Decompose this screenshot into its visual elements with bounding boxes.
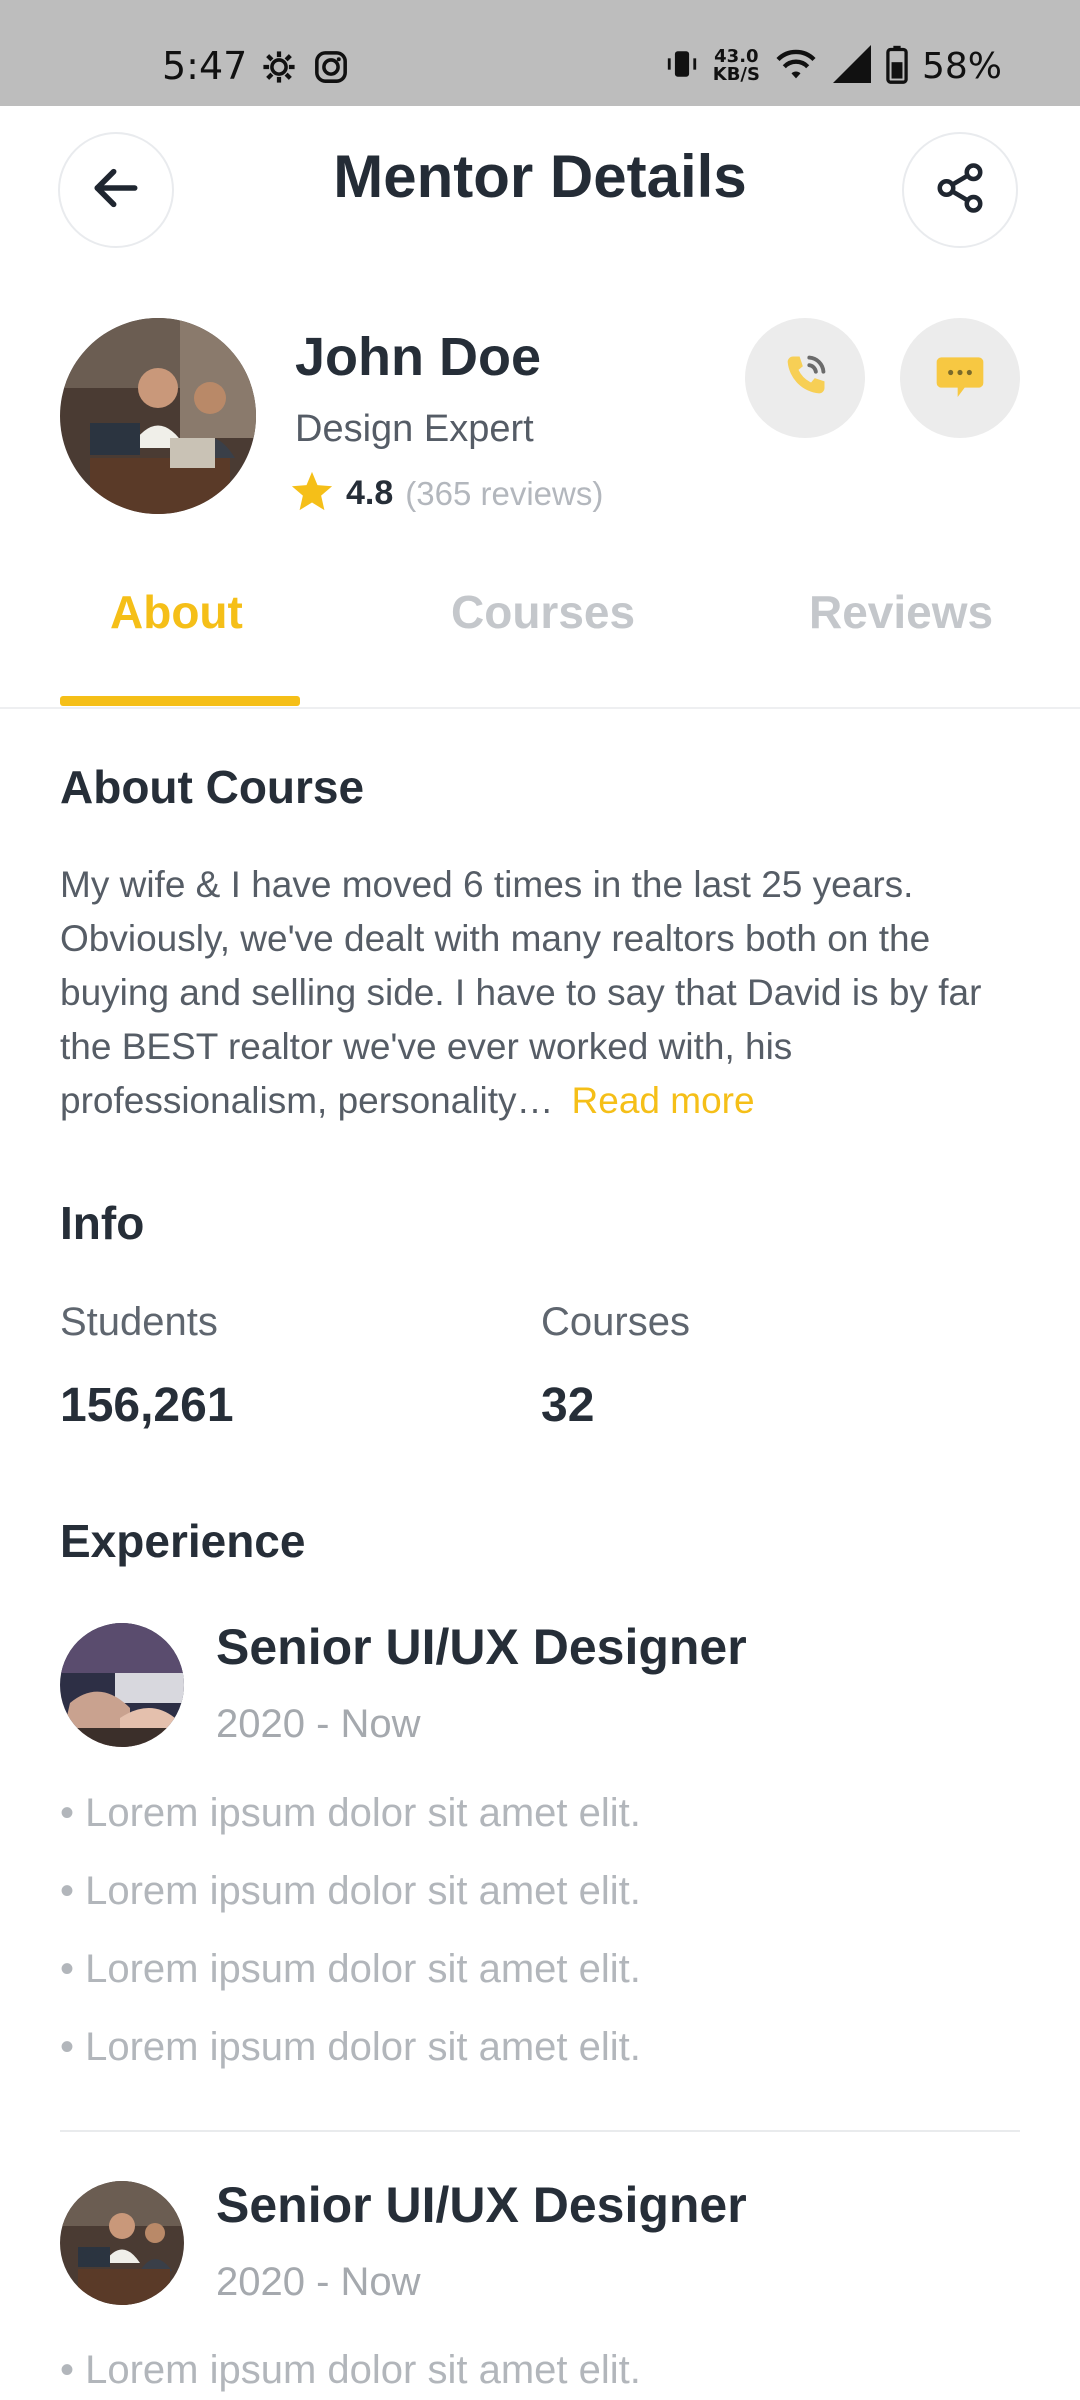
battery-percent: 58% (921, 45, 1002, 87)
about-section-title: About Course (60, 761, 365, 813)
status-right: 43.0 KB/S 58% (665, 44, 1002, 88)
experience-date: 2020 - Now (216, 2260, 421, 2304)
star-icon (290, 470, 334, 517)
mentor-role: Design Expert (295, 408, 534, 450)
signal-icon (832, 45, 872, 87)
experience-bullet: • Lorem ipsum dolor sit amet elit. (60, 1791, 641, 1835)
experience-section-title: Experience (60, 1515, 306, 1567)
battery-icon (886, 44, 908, 88)
experience-avatar (60, 2181, 184, 2305)
mentor-avatar (60, 318, 256, 514)
experience-title: Senior UI/UX Designer (216, 2177, 747, 2233)
instagram-icon (314, 50, 348, 89)
mentor-name: John Doe (295, 327, 542, 387)
experience-title: Senior UI/UX Designer (216, 1619, 747, 1675)
call-button[interactable] (745, 318, 865, 438)
students-label: Students (60, 1300, 218, 1344)
phone-icon (779, 350, 831, 407)
review-count: (365 reviews) (405, 474, 604, 512)
tab-divider (0, 707, 1080, 709)
rating-row: 4.8 (365 reviews) (290, 470, 603, 517)
experience-bullet: • Lorem ipsum dolor sit amet elit. (60, 1869, 641, 1913)
experience-bullet: • Lorem ipsum dolor sit amet elit. (60, 1947, 641, 1991)
share-icon (933, 161, 987, 220)
tab-reviews[interactable]: Reviews (809, 585, 993, 639)
courses-value: 32 (541, 1379, 595, 1432)
message-button[interactable] (900, 318, 1020, 438)
read-more-link[interactable]: Read more (572, 1080, 755, 1121)
students-value: 156,261 (60, 1379, 234, 1432)
experience-bullet: • Lorem ipsum dolor sit amet elit. (60, 2348, 641, 2392)
status-time: 5:47 (162, 44, 248, 88)
network-speed: 43.0 KB/S (712, 46, 760, 85)
experience-divider (60, 2130, 1020, 2132)
settings-icon (262, 50, 296, 89)
tab-courses[interactable]: Courses (451, 585, 635, 639)
experience-date: 2020 - Now (216, 1702, 421, 1746)
active-tab-indicator (60, 696, 300, 706)
courses-label: Courses (541, 1300, 690, 1344)
status-bar: 5:47 43.0 KB/S 58% (0, 0, 1080, 106)
about-body: My wife & I have moved 6 times in the la… (60, 864, 982, 1121)
vibrate-icon (665, 47, 699, 85)
tab-about[interactable]: About (110, 585, 243, 639)
chat-bubble-icon (932, 348, 988, 409)
experience-bullet: • Lorem ipsum dolor sit amet elit. (60, 2025, 641, 2069)
about-text: My wife & I have moved 6 times in the la… (60, 858, 1020, 1128)
rating-value: 4.8 (346, 474, 394, 512)
experience-avatar (60, 1623, 184, 1747)
wifi-icon (774, 46, 818, 86)
share-button[interactable] (902, 132, 1018, 248)
info-section-title: Info (60, 1197, 145, 1249)
